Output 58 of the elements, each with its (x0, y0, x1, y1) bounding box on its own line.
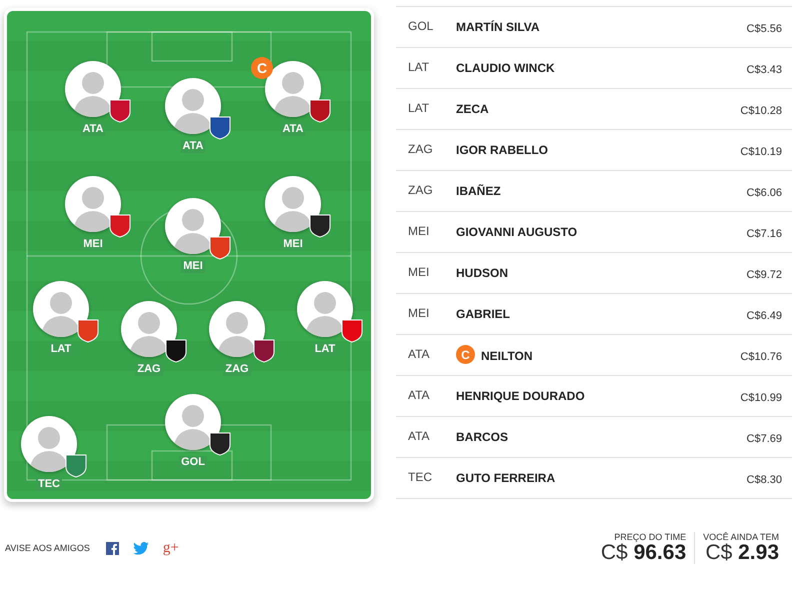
player-price: C$7.16 (746, 227, 782, 240)
position-text: ZAG (408, 142, 434, 156)
position-text: ATA (408, 429, 431, 443)
position-label: LAT (48, 343, 74, 356)
position-text: MEI (408, 306, 430, 320)
position-label: MEI (181, 260, 205, 273)
position-label: GOL (179, 456, 207, 469)
position-label: TEC (36, 478, 62, 491)
player-name: GIOVANNI AUGUSTO (456, 224, 578, 239)
player-price: C$6.49 (746, 309, 782, 322)
player-name: CLAUDIO WINCK (456, 60, 556, 75)
position-label: LAT (312, 343, 338, 356)
player-price: C$8.30 (746, 473, 782, 486)
total-value: C$ 2.93 (705, 542, 779, 564)
player-price: C$7.69 (746, 432, 782, 445)
captain-badge: C (456, 345, 475, 364)
google-plus-link[interactable]: g+ (162, 540, 179, 556)
facebook-icon[interactable] (106, 542, 119, 554)
position-text: TEC (408, 470, 433, 484)
player-name: IBAÑEZ (456, 183, 502, 198)
share-label: AVISE AOS AMIGOS (5, 543, 90, 553)
player-price: C$3.43 (746, 63, 782, 76)
position-text: MEI (408, 224, 430, 238)
player-name: HENRIQUE DOURADO (456, 388, 586, 403)
player-price: C$6.06 (746, 186, 782, 199)
player-price: C$10.76 (740, 350, 782, 363)
player-price: C$10.19 (740, 145, 782, 158)
total-label: VOCÊ AINDA TEM (703, 532, 779, 542)
player-price: C$9.72 (746, 268, 782, 281)
player-name: NEILTON (481, 348, 534, 363)
position-label: MEI (81, 238, 105, 251)
player-price: C$10.99 (740, 391, 782, 404)
position-label: ATA (180, 140, 206, 153)
position-label: ATA (80, 123, 106, 136)
position-text: ZAG (408, 183, 434, 197)
position-label: MEI (281, 238, 305, 251)
player-name: MARTÍN SILVA (456, 19, 541, 34)
player-name: GABRIEL (456, 306, 511, 321)
player-name: HUDSON (456, 265, 510, 280)
position-text: GOL (408, 19, 434, 33)
position-label: ZAG (223, 363, 251, 376)
position-text: ATA (408, 347, 431, 361)
position-label: ATA (280, 123, 306, 136)
player-price: C$5.56 (746, 22, 782, 35)
position-text: LAT (408, 60, 430, 74)
total-value: C$ 96.63 (600, 542, 686, 564)
position-text: ATA (408, 388, 431, 402)
total-label: PREÇO DO TIME (614, 532, 686, 542)
position-label: ZAG (135, 363, 163, 376)
player-price: C$10.28 (740, 104, 782, 117)
player-name: BARCOS (456, 429, 510, 444)
twitter-bird-icon[interactable] (132, 542, 149, 554)
player-name: IGOR RABELLO (456, 142, 549, 157)
position-text: MEI (408, 265, 430, 279)
position-text: LAT (408, 101, 430, 115)
player-name: GUTO FERREIRA (456, 470, 556, 485)
captain-badge: C (251, 57, 273, 79)
player-name: ZECA (456, 101, 490, 116)
